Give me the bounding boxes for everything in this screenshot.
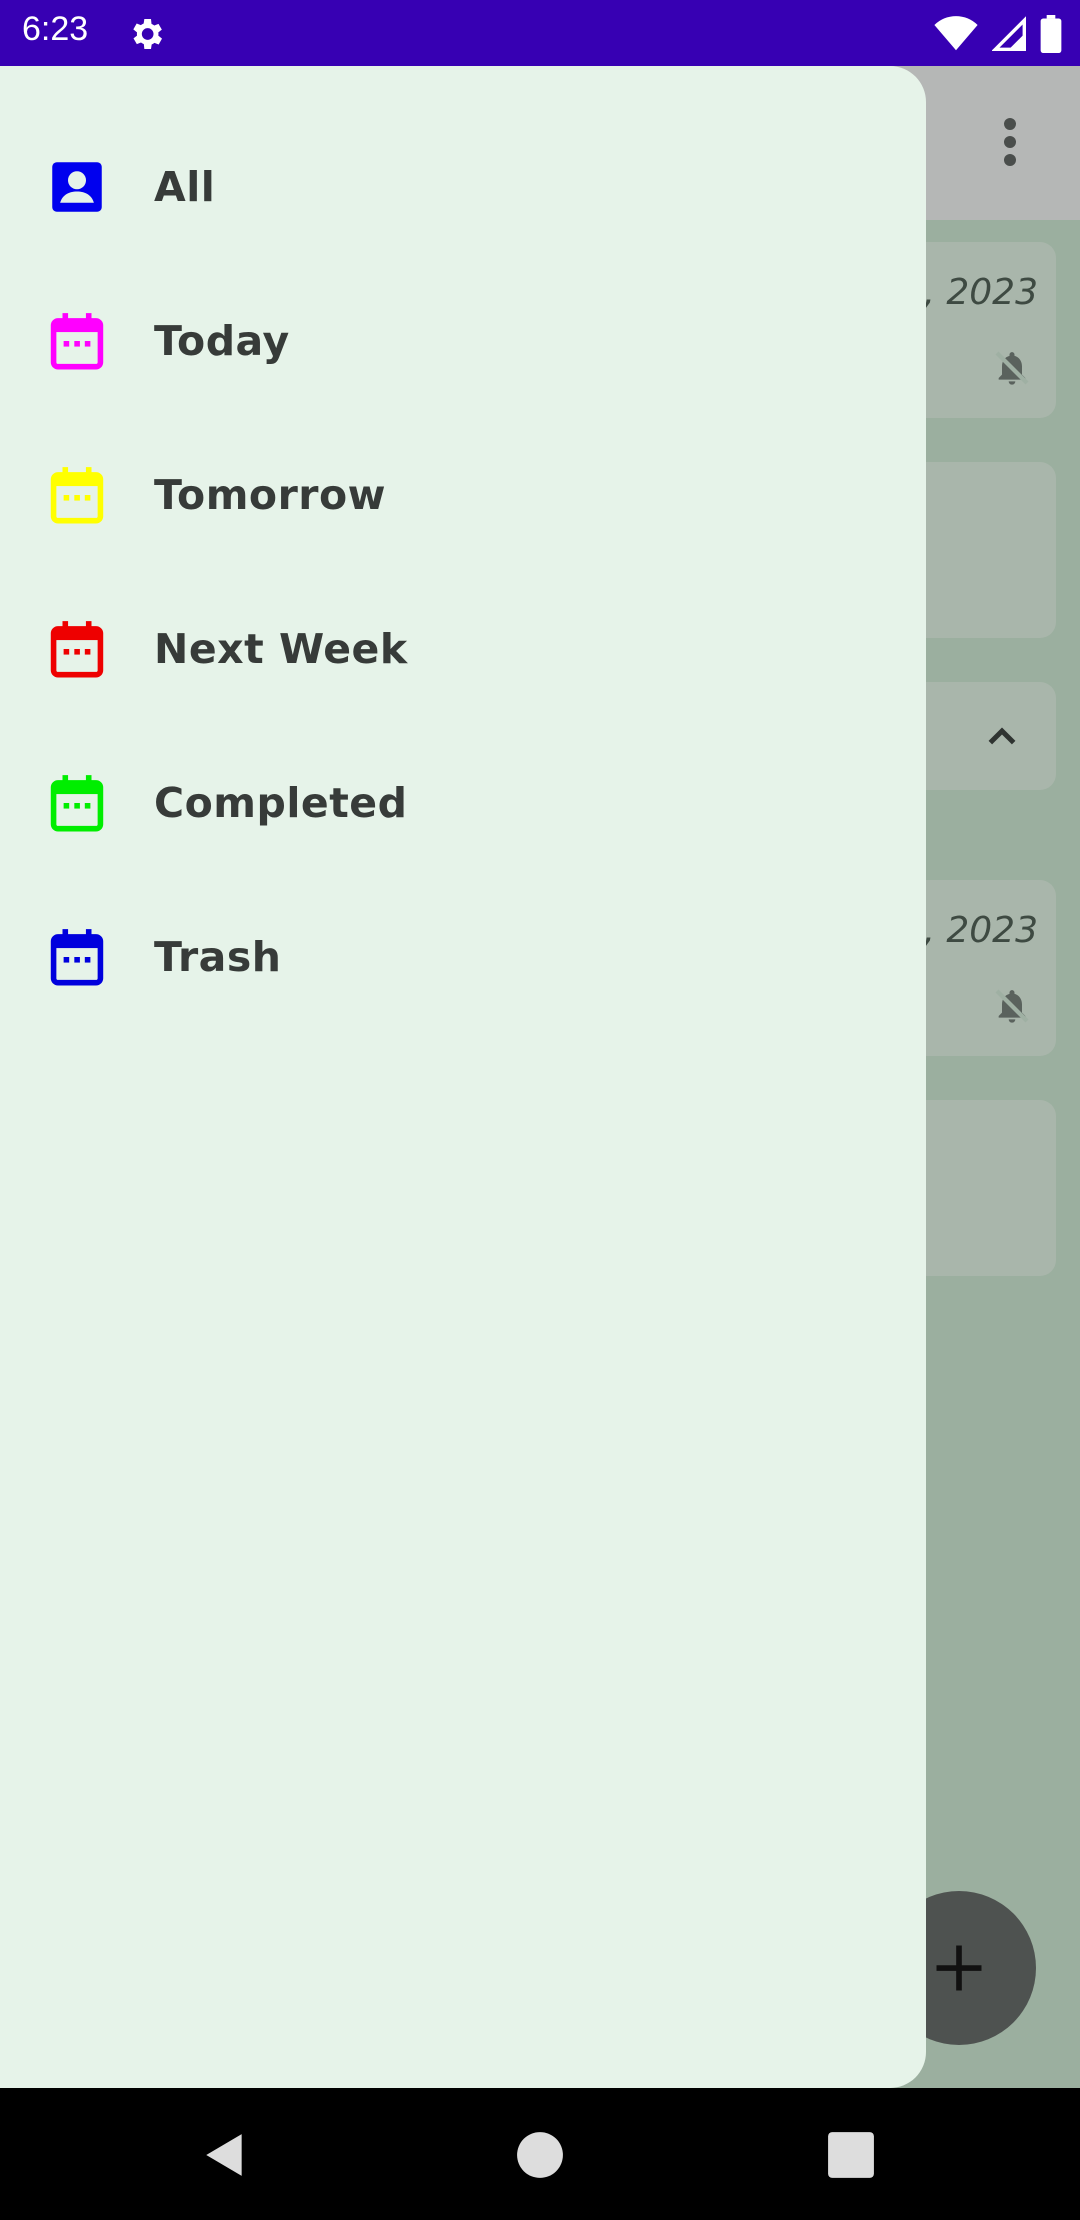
battery-icon [1040,15,1062,53]
person-icon [52,162,102,212]
status-bar: 6:23 [0,0,1080,66]
chevron-up-icon[interactable] [982,716,1022,756]
wifi-icon [934,16,978,51]
drawer-item-label: Trash [154,933,282,981]
drawer-item-trash[interactable]: Trash [0,880,926,1034]
back-icon[interactable] [200,2130,250,2180]
calendar-icon [50,313,104,370]
status-icons [934,14,1062,54]
bell-off-icon[interactable] [992,986,1032,1026]
drawer-item-completed[interactable]: Completed [0,726,926,880]
drawer-item-label: Today [154,317,290,365]
status-time: 6:23 [22,10,89,48]
task-date: , 2023 [923,910,1038,951]
more-options-icon[interactable] [998,118,1022,166]
calendar-icon [50,929,104,986]
drawer-item-label: Completed [154,779,408,827]
drawer-item-tomorrow[interactable]: Tomorrow [0,418,926,572]
plus-icon [936,1945,982,1991]
home-icon[interactable] [515,2130,565,2180]
navigation-drawer: All Today Tomorrow Next Week Completed T… [0,66,926,2088]
signal-icon [992,16,1026,51]
calendar-icon [50,621,104,678]
drawer-item-label: All [154,163,216,211]
drawer-item-all[interactable]: All [0,110,926,264]
calendar-icon [50,775,104,832]
drawer-item-next-week[interactable]: Next Week [0,572,926,726]
bell-off-icon[interactable] [992,348,1032,388]
drawer-item-label: Next Week [154,625,408,673]
calendar-icon [50,467,104,524]
drawer-item-today[interactable]: Today [0,264,926,418]
settings-icon [133,19,162,49]
navigation-bar [0,2088,1080,2220]
drawer-item-label: Tomorrow [154,471,387,519]
task-date: , 2023 [923,272,1038,313]
recents-icon[interactable] [826,2130,876,2180]
